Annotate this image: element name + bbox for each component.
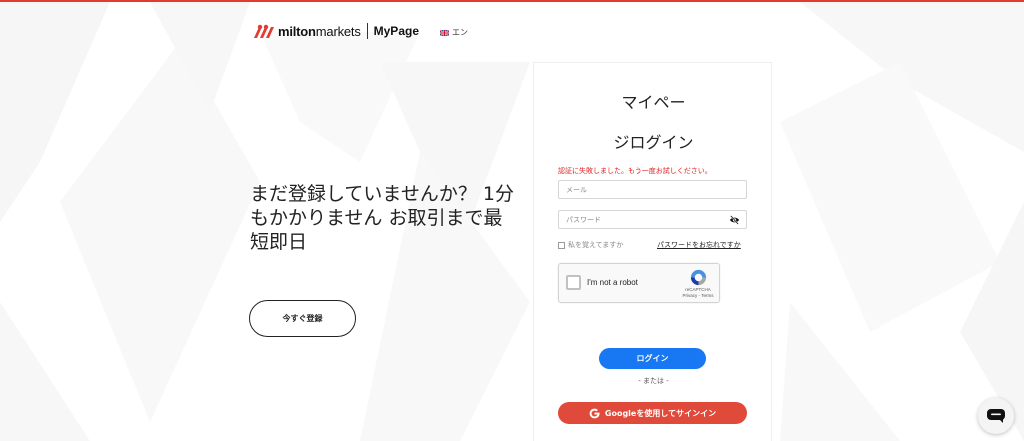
recaptcha-privacy-terms[interactable]: Privacy - Terms	[677, 293, 719, 299]
remember-me-label: 私を覚えてますか	[568, 241, 624, 249]
google-sign-in-label: Googleを使用してサインイン	[604, 408, 717, 418]
register-now-button[interactable]: 今すぐ登録	[249, 300, 356, 337]
chat-widget-button[interactable]	[978, 398, 1014, 434]
recaptcha-label: I'm not a robot	[587, 278, 638, 287]
password-field-wrapper	[558, 210, 747, 229]
language-label: エン	[452, 28, 468, 37]
eye-slash-icon[interactable]	[729, 215, 740, 225]
auth-error-message: 認証に失敗しました。もう一度お試しください。	[558, 167, 712, 175]
google-g-icon	[589, 408, 600, 418]
recaptcha-widget: I'm not a robot reCAPTCHA Privacy - Term…	[558, 263, 720, 303]
login-title-line1: マイペー	[621, 93, 686, 112]
uk-flag-icon	[440, 29, 449, 36]
site-header: miltonmarkets MyPage	[254, 22, 419, 40]
logo-divider	[366, 23, 368, 39]
email-input[interactable]	[559, 181, 719, 198]
milton-markets-logo-icon[interactable]	[254, 24, 274, 38]
forgot-password-link[interactable]: パスワードをお忘れですか	[657, 240, 741, 250]
remember-me[interactable]: 私を覚えてますか	[558, 240, 623, 250]
google-sign-in-button[interactable]: Googleを使用してサインイン	[558, 402, 747, 424]
login-title-line2: ジログイン	[613, 133, 694, 152]
recaptcha-logo-icon	[690, 269, 707, 286]
login-card: マイペー ジログイン 認証に失敗しました。もう一度お試しください。 私を覚えてま…	[533, 62, 772, 441]
login-button[interactable]: ログイン	[599, 348, 706, 369]
chat-bubble-icon	[987, 409, 1005, 423]
promo-title: まだ登録していませんか？ 1分もかかりません お取引まで最短即日	[250, 183, 514, 253]
logo-bold-text: milton	[278, 23, 316, 39]
password-input[interactable]	[559, 211, 719, 228]
logo-light-text: markets	[315, 23, 361, 39]
email-field-wrapper	[558, 180, 747, 199]
brand-logo-text[interactable]: miltonmarkets	[278, 24, 361, 39]
language-selector[interactable]: エン	[440, 27, 468, 38]
mypage-label: MyPage	[373, 24, 419, 38]
recaptcha-checkbox[interactable]	[566, 275, 581, 290]
recaptcha-brand: reCAPTCHA Privacy - Terms	[677, 287, 719, 299]
remember-me-checkbox[interactable]	[558, 241, 565, 249]
or-divider: - または -	[638, 377, 669, 385]
